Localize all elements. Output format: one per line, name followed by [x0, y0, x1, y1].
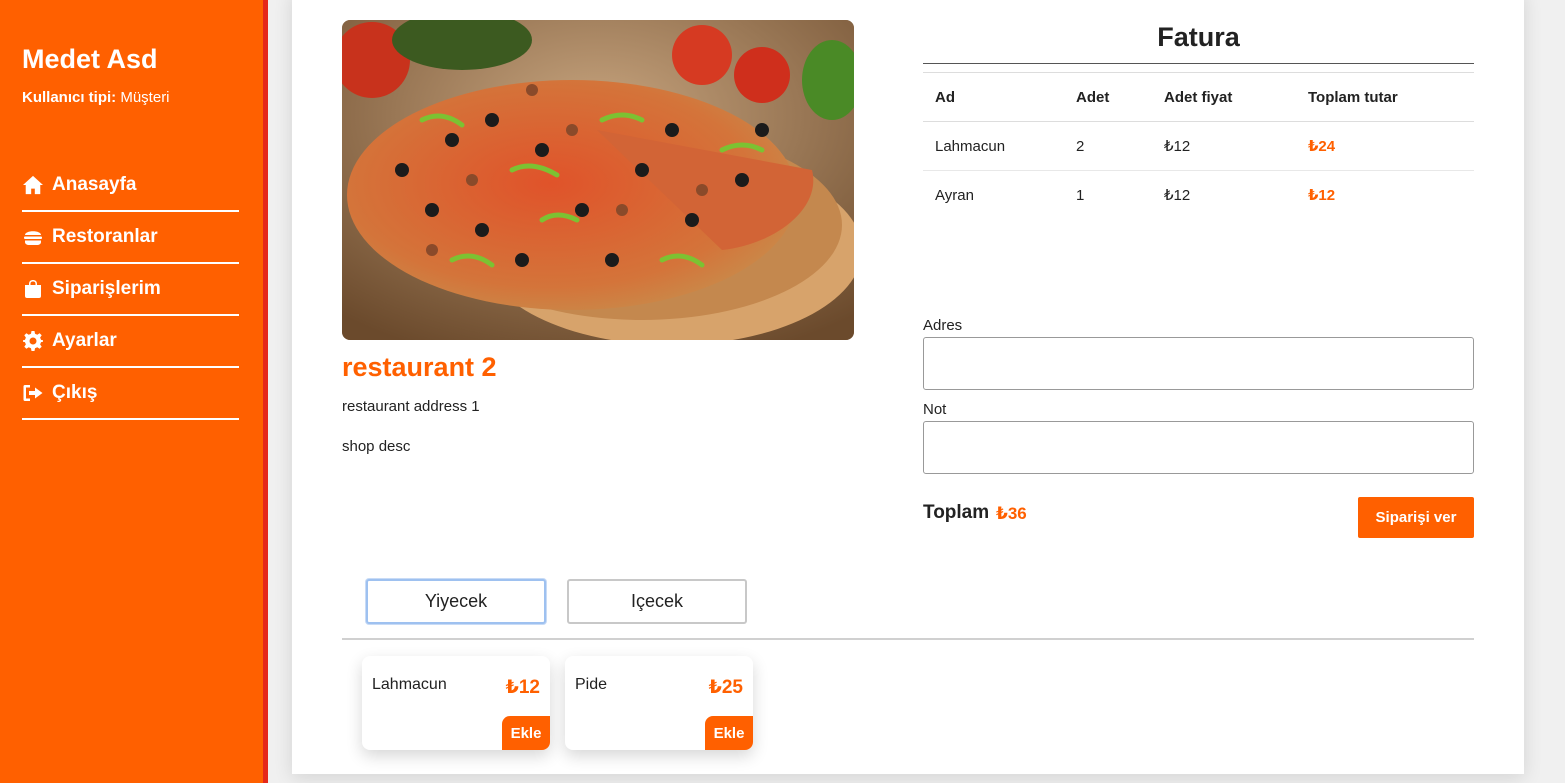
- note-label: Not: [923, 401, 947, 418]
- sidebar-item-siparislerim[interactable]: Siparişlerim: [22, 264, 239, 316]
- invoice-title: Fatura: [1157, 22, 1240, 52]
- restaurant-address: restaurant address 1: [342, 398, 480, 415]
- tab-food[interactable]: Yiyecek: [366, 579, 546, 624]
- cell-total: ₺12: [1308, 187, 1336, 205]
- restaurant-name: restaurant 2: [342, 352, 497, 382]
- user-type-label: Kullanıcı tipi:: [22, 89, 117, 106]
- col-header-total: Toplam tutar: [1296, 72, 1474, 122]
- col-header-qty: Adet: [1064, 72, 1152, 122]
- menu-item-price: ₺12: [505, 677, 540, 698]
- sidebar-item-restoranlar[interactable]: Restoranlar: [22, 212, 239, 264]
- invoice-header-row: Ad Adet Adet fiyat Toplam tutar: [923, 72, 1474, 122]
- sidebar-item-label: Ayarlar: [52, 330, 117, 351]
- sidebar-item-label: Restoranlar: [52, 226, 158, 247]
- address-label: Adres: [923, 317, 963, 334]
- col-header-name: Ad: [923, 72, 1064, 122]
- restaurant-image: [342, 20, 854, 340]
- cell-qty: 1: [1076, 186, 1085, 204]
- place-order-button[interactable]: Siparişi ver: [1358, 497, 1474, 538]
- gear-icon: [22, 330, 44, 352]
- total-label: Toplam: [923, 502, 990, 523]
- cell-qty: 2: [1064, 121, 1152, 171]
- user-name: Medet Asd: [22, 44, 158, 74]
- menu-item-name: Lahmacun: [372, 676, 447, 693]
- add-to-cart-button[interactable]: Ekle: [502, 716, 550, 750]
- cell-unit-price: ₺12: [1152, 121, 1296, 171]
- sidebar-nav: Anasayfa Restoranlar Siparişlerim Ayarla…: [22, 160, 239, 420]
- sidebar-item-label: Anasayfa: [52, 174, 137, 195]
- invoice-divider: [923, 63, 1474, 64]
- sidebar: Medet Asd Kullanıcı tipi: Müşteri Anasay…: [0, 0, 263, 783]
- table-row: Ayran 1 ₺12 ₺12: [923, 171, 1474, 220]
- menu-item-name: Pide: [575, 676, 608, 693]
- menu-item-card: Pide ₺25 Ekle: [565, 656, 753, 750]
- sidebar-item-label: Siparişlerim: [52, 278, 161, 299]
- tabs-divider: [342, 638, 1474, 640]
- sidebar-item-ayarlar[interactable]: Ayarlar: [22, 316, 239, 368]
- cell-name: Ayran: [935, 186, 974, 204]
- address-field[interactable]: [923, 337, 1474, 390]
- cell-unit-price: ₺12: [1164, 187, 1191, 205]
- col-header-unit-price: Adet fiyat: [1152, 72, 1296, 122]
- main-card: restaurant 2 restaurant address 1 shop d…: [292, 0, 1524, 774]
- cell-name: Lahmacun: [923, 121, 1064, 171]
- cell-total: ₺24: [1296, 121, 1474, 171]
- table-row: Lahmacun 2 ₺12 ₺24: [923, 121, 1474, 171]
- sidebar-item-cikis[interactable]: Çıkış: [22, 368, 239, 420]
- burger-icon: [22, 226, 44, 248]
- logout-icon: [22, 382, 44, 404]
- sidebar-edge: [263, 0, 268, 783]
- sidebar-item-anasayfa[interactable]: Anasayfa: [22, 160, 239, 212]
- restaurant-description: shop desc: [342, 438, 411, 455]
- add-to-cart-button[interactable]: Ekle: [705, 716, 753, 750]
- user-type-value: Müşteri: [120, 89, 170, 106]
- menu-item-card: Lahmacun ₺12 Ekle: [362, 656, 550, 750]
- shopping-bag-icon: [22, 278, 44, 300]
- total-value: ₺36: [996, 504, 1027, 523]
- menu-item-price: ₺25: [708, 677, 743, 698]
- tab-drink[interactable]: Içecek: [567, 579, 747, 624]
- note-field[interactable]: [923, 421, 1474, 474]
- home-icon: [22, 174, 44, 196]
- sidebar-item-label: Çıkış: [52, 382, 98, 403]
- user-type: Kullanıcı tipi: Müşteri: [22, 89, 170, 106]
- invoice-table: Ad Adet Adet fiyat Toplam tutar Lahmacun…: [923, 72, 1474, 220]
